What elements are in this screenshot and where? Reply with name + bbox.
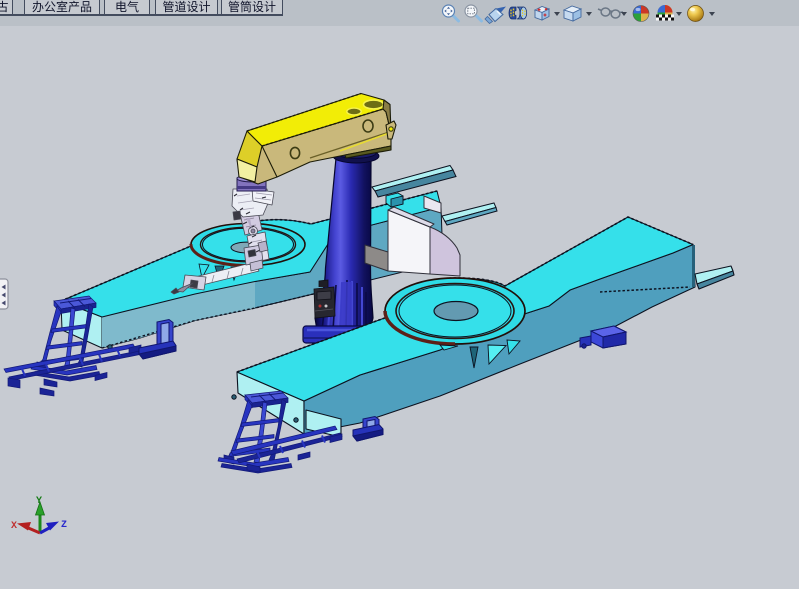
svg-text:Y: Y: [36, 496, 42, 507]
svg-text:X: X: [11, 521, 17, 532]
svg-text:Z: Z: [61, 520, 67, 531]
